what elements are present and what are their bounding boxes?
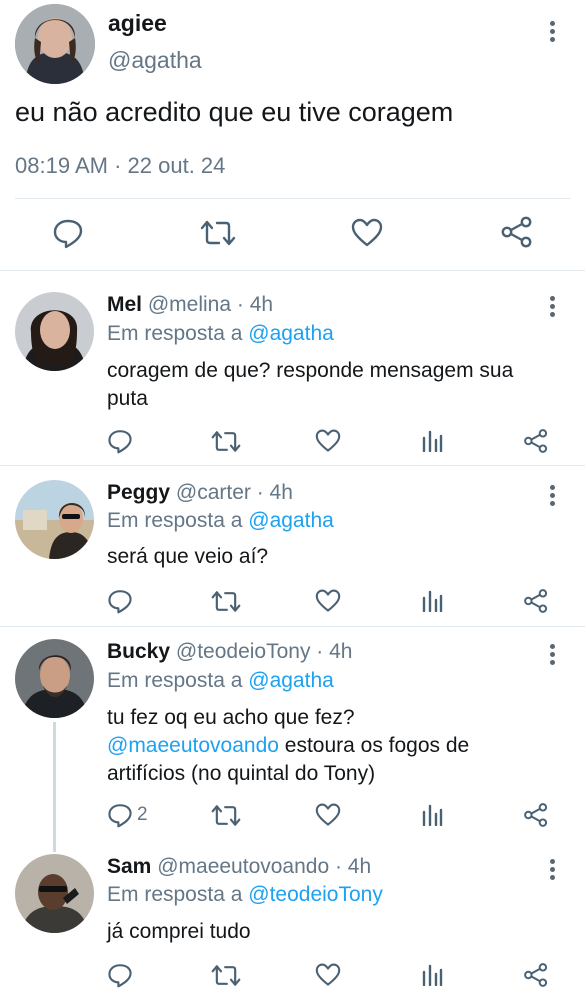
- user-handle[interactable]: @agatha: [108, 47, 202, 74]
- heart-icon[interactable]: [351, 218, 383, 248]
- share-icon[interactable]: [523, 428, 549, 454]
- tweet-text: eu não acredito que eu tive coragem: [15, 97, 454, 127]
- reply-icon[interactable]: [107, 428, 133, 454]
- more-vertical-icon[interactable]: [550, 485, 556, 509]
- heart-icon[interactable]: [315, 429, 341, 453]
- replying-to-link[interactable]: @agatha: [248, 322, 334, 345]
- avatar[interactable]: [15, 4, 95, 84]
- heart-icon[interactable]: [315, 589, 341, 613]
- reply-header: Sam @maeeutovoando · 4h: [107, 855, 371, 879]
- heart-icon[interactable]: [315, 963, 341, 987]
- replying-to: Em resposta a @agatha: [107, 509, 334, 533]
- action-bar: 2: [0, 802, 585, 832]
- reply-icon[interactable]: [52, 217, 84, 249]
- replying-to-link[interactable]: @teodeioTony: [248, 883, 383, 906]
- action-bar: [0, 962, 585, 992]
- reply-icon[interactable]: [107, 962, 133, 988]
- user-handle[interactable]: @maeeutovoando: [157, 855, 329, 878]
- reply-header: Bucky @teodeioTony · 4h: [107, 640, 352, 664]
- display-name[interactable]: Peggy: [107, 481, 170, 504]
- action-bar: [0, 588, 585, 618]
- replying-label: Em resposta a: [107, 669, 243, 692]
- reply-count: 2: [137, 804, 148, 825]
- replying-label: Em resposta a: [107, 883, 243, 906]
- stats-icon[interactable]: [421, 804, 443, 826]
- user-handle[interactable]: @melina: [148, 293, 231, 316]
- divider: [15, 198, 570, 199]
- tweet-date: 22 out. 24: [127, 153, 226, 178]
- tweet-text-line: @maeeutovoando estoura os fogos de artif…: [107, 732, 527, 788]
- stats-icon[interactable]: [421, 430, 443, 452]
- reply-tweet[interactable]: Bucky @teodeioTony · 4h Em resposta a @a…: [0, 627, 585, 842]
- tweet-age: · 4h: [316, 640, 353, 663]
- retweet-icon[interactable]: [211, 803, 241, 828]
- stats-icon[interactable]: [421, 590, 443, 612]
- reply-tweet[interactable]: Peggy @carter · 4h Em resposta a @agatha…: [0, 466, 585, 626]
- tweet-text: coragem de que? responde mensagem sua pu…: [107, 359, 514, 410]
- replying-to: Em resposta a @agatha: [107, 322, 334, 346]
- avatar[interactable]: [15, 854, 94, 933]
- avatar[interactable]: [15, 480, 94, 559]
- display-name[interactable]: Sam: [107, 855, 151, 878]
- more-vertical-icon[interactable]: [550, 644, 556, 668]
- tweet-age: · 4h: [334, 855, 372, 878]
- retweet-icon[interactable]: [211, 963, 241, 988]
- tweet-age: · 4h: [256, 481, 293, 504]
- avatar[interactable]: [15, 639, 94, 718]
- mention-link[interactable]: @maeeutovoando: [107, 734, 279, 757]
- reply-tweet[interactable]: Sam @maeeutovoando · 4h Em resposta a @t…: [0, 842, 585, 1000]
- tweet-timestamp: 08:19 AM · 22 out. 24: [15, 153, 225, 179]
- more-vertical-icon[interactable]: [550, 296, 556, 320]
- replying-label: Em resposta a: [107, 322, 243, 345]
- retweet-icon[interactable]: [200, 218, 236, 248]
- share-icon[interactable]: [523, 802, 549, 828]
- share-icon[interactable]: [523, 962, 549, 988]
- replying-to-link[interactable]: @agatha: [248, 509, 334, 532]
- tweet-age: · 4h: [236, 293, 274, 316]
- reply-tweet[interactable]: Mel @melina · 4h Em resposta a @agatha c…: [0, 271, 585, 465]
- more-vertical-icon[interactable]: [550, 21, 556, 45]
- tweet-time: 08:19 AM: [15, 153, 108, 178]
- tweet-text: tu fez oq eu acho que fez? @maeeutovoand…: [107, 704, 527, 788]
- replying-to-link[interactable]: @agatha: [248, 669, 334, 692]
- stats-icon[interactable]: [421, 964, 443, 986]
- retweet-icon[interactable]: [211, 589, 241, 614]
- avatar[interactable]: [15, 292, 94, 371]
- retweet-icon[interactable]: [211, 429, 241, 454]
- display-name[interactable]: Mel: [107, 293, 142, 316]
- reply-icon[interactable]: [107, 588, 133, 614]
- display-name[interactable]: agiee: [108, 10, 167, 37]
- tweet-text: será que veio aí?: [107, 545, 269, 568]
- display-name[interactable]: Bucky: [107, 640, 170, 663]
- heart-icon[interactable]: [315, 803, 341, 827]
- replying-label: Em resposta a: [107, 509, 243, 532]
- tweet-text-line: tu fez oq eu acho que fez?: [107, 706, 355, 729]
- replying-to: Em resposta a @agatha: [107, 669, 334, 693]
- action-bar: [0, 428, 585, 458]
- share-icon[interactable]: [500, 216, 534, 248]
- reply-header: Peggy @carter · 4h: [107, 481, 293, 505]
- user-handle[interactable]: @carter: [176, 481, 251, 504]
- reply-icon: [107, 802, 133, 828]
- replying-to: Em resposta a @teodeioTony: [107, 883, 383, 907]
- tweet-text: já comprei tudo: [107, 920, 251, 943]
- main-tweet: agiee @agatha eu não acredito que eu tiv…: [0, 0, 585, 270]
- user-handle[interactable]: @teodeioTony: [176, 640, 311, 663]
- more-vertical-icon[interactable]: [550, 859, 556, 883]
- time-separator: ·: [114, 153, 122, 178]
- share-icon[interactable]: [523, 588, 549, 614]
- reply-header: Mel @melina · 4h: [107, 293, 273, 317]
- reply-button[interactable]: 2: [107, 802, 148, 828]
- action-bar: [0, 215, 585, 255]
